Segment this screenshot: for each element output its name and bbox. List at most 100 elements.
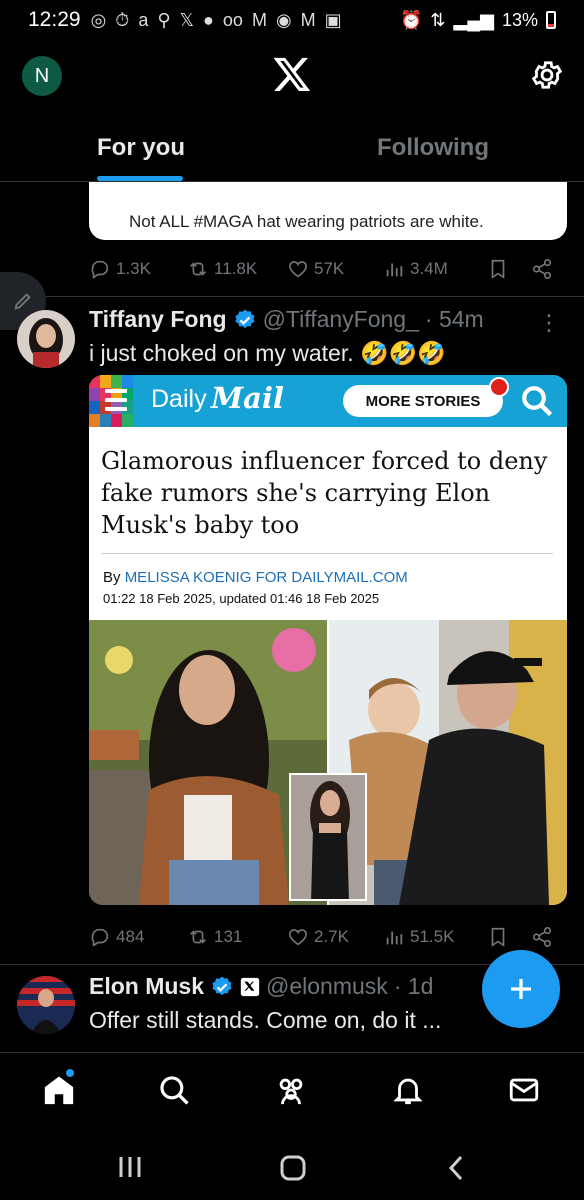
author-handle[interactable]: @TiffanyFong_ [263,306,419,333]
recent-apps-icon[interactable] [116,1154,144,1180]
timeline-tabs: For you Following [0,120,584,182]
tiffany-avatar[interactable] [17,310,75,368]
communities-icon[interactable] [274,1073,308,1107]
like-button[interactable]: 57K [287,258,367,280]
x-logo-icon[interactable] [272,54,312,94]
search-icon [522,386,553,417]
heart-icon [288,261,308,278]
repost-count: 131 [214,927,243,946]
like-button[interactable]: 2.7K [287,926,367,948]
verified-badge-icon [212,976,232,995]
x-affiliate-badge-icon [240,977,260,996]
battery-percent: 13% [501,9,538,30]
tweet-actions: 484 131 2.7K 51.5K [89,922,559,952]
bookmark-icon[interactable] [487,926,509,948]
author-name[interactable]: Elon Musk [89,973,204,1000]
back-icon[interactable] [446,1154,466,1182]
share-icon[interactable] [531,258,553,280]
volte-icon: ⇅ [430,9,446,30]
reply-count: 484 [116,927,145,946]
repost-button[interactable]: 11.8K [187,258,287,280]
battery-icon [546,11,556,29]
home-new-posts-dot [66,1069,74,1077]
byline-author: MELISSA KOENIG FOR DAILYMAIL.COM [124,569,408,586]
article-dateline: 01:22 18 Feb 2025, updated 01:46 18 Feb … [103,591,380,606]
image-icon: ▣ [324,9,342,30]
notifications-bell-icon[interactable] [391,1073,425,1107]
share-icon[interactable] [531,926,553,948]
pencil-icon [14,293,31,310]
home-button-icon[interactable] [279,1154,307,1182]
quoted-tweet-text: Not ALL #MAGA hat wearing patriots are w… [129,212,484,231]
tweet-time: · 1d [393,973,434,999]
whatsapp-icon: ◎ [90,9,107,30]
tweet-time: · 54m [424,306,484,332]
reply-icon [91,260,109,279]
voicemail-icon: oo [222,9,243,30]
tab-following[interactable]: Following [377,134,489,162]
views-chart-icon [386,931,403,945]
settings-gear-icon[interactable] [530,58,564,92]
more-stories-button: MORE STORIES [343,385,503,417]
dailymail-header-bar: Daily Mail MORE STORIES [89,375,567,427]
pin-icon: ⚲ [157,9,171,30]
inset-portrait-photo [289,773,367,901]
bookmark-icon[interactable] [487,258,509,280]
author-name[interactable]: Tiffany Fong [89,306,227,333]
article-byline: By MELISSA KOENIG FOR DAILYMAIL.COM [103,569,408,586]
news-screenshot-card[interactable]: Daily Mail MORE STORIES Glamorous influe… [89,375,567,905]
elon-avatar[interactable] [17,976,75,1034]
reply-count: 1.3K [116,259,151,278]
circle-icon: ● [203,9,214,30]
article-headline: Glamorous influencer forced to deny fake… [101,447,548,539]
plus-icon [511,979,531,999]
tweet-divider [0,296,584,297]
avatar-photo [17,310,75,368]
system-icons: ⏰ ⇅ ▂▄▆ 13% [400,10,556,31]
compose-post-button[interactable] [482,950,560,1028]
tweet-text: Offer still stands. Come on, do it ... [89,1007,442,1033]
more-options-icon[interactable]: ⋮ [538,310,560,336]
active-tab-indicator [97,176,183,181]
black-dress-image [291,775,365,899]
headline-rule [101,553,553,554]
quoted-tweet-card[interactable]: Not ALL #MAGA hat wearing patriots are w… [89,182,567,240]
tweet-header: Tiffany Fong @TiffanyFong_ · 54m [89,306,484,333]
like-count: 57K [314,259,345,278]
repost-count: 11.8K [214,259,258,278]
views-count: 51.5K [410,927,455,946]
views-button[interactable]: 3.4M [383,258,473,280]
amazon-icon: a [138,9,149,30]
notification-dot [489,377,509,397]
tweet-header: Elon Musk @elonmusk · 1d [89,973,433,1000]
status-time: 12:29 [28,8,81,31]
tweet-text: i just choked on my water. 🤣🤣🤣 [89,340,446,366]
gmail-icon: M [251,9,267,30]
verified-badge-icon [234,309,255,328]
messages-envelope-icon[interactable] [507,1073,541,1107]
timer-icon: ⏱ [115,9,130,30]
views-chart-icon [386,263,403,277]
repost-button[interactable]: 131 [187,926,287,948]
avatar-photo [17,976,75,1034]
gmail-icon: M [300,9,316,30]
author-handle[interactable]: @elonmusk [266,973,388,1000]
android-navigation-bar [0,1130,584,1200]
heart-icon [288,929,308,946]
search-icon[interactable] [157,1073,191,1107]
signal-icon: ▂▄▆ [453,9,494,30]
views-button[interactable]: 51.5K [383,926,473,948]
tab-for-you[interactable]: For you [97,134,185,162]
like-count: 2.7K [314,927,349,946]
record-icon: ◉ [275,9,292,30]
account-avatar[interactable]: N [22,56,62,96]
dailymail-brand-mail: Mail [211,381,284,415]
x-icon: 𝕏 [179,9,195,30]
reply-button[interactable]: 484 [89,926,165,948]
home-icon[interactable] [42,1073,76,1107]
dailymail-brand-daily: Daily [151,385,207,413]
notification-icons: ◎ ⏱ a ⚲ 𝕏 ● oo M ◉ M ▣ [91,10,342,31]
status-bar: 12:29 ◎ ⏱ a ⚲ 𝕏 ● oo M ◉ M ▣ ⏰ ⇅ ▂▄▆ 13% [0,0,584,40]
byline-prefix: By [103,569,121,586]
reply-button[interactable]: 1.3K [89,258,165,280]
